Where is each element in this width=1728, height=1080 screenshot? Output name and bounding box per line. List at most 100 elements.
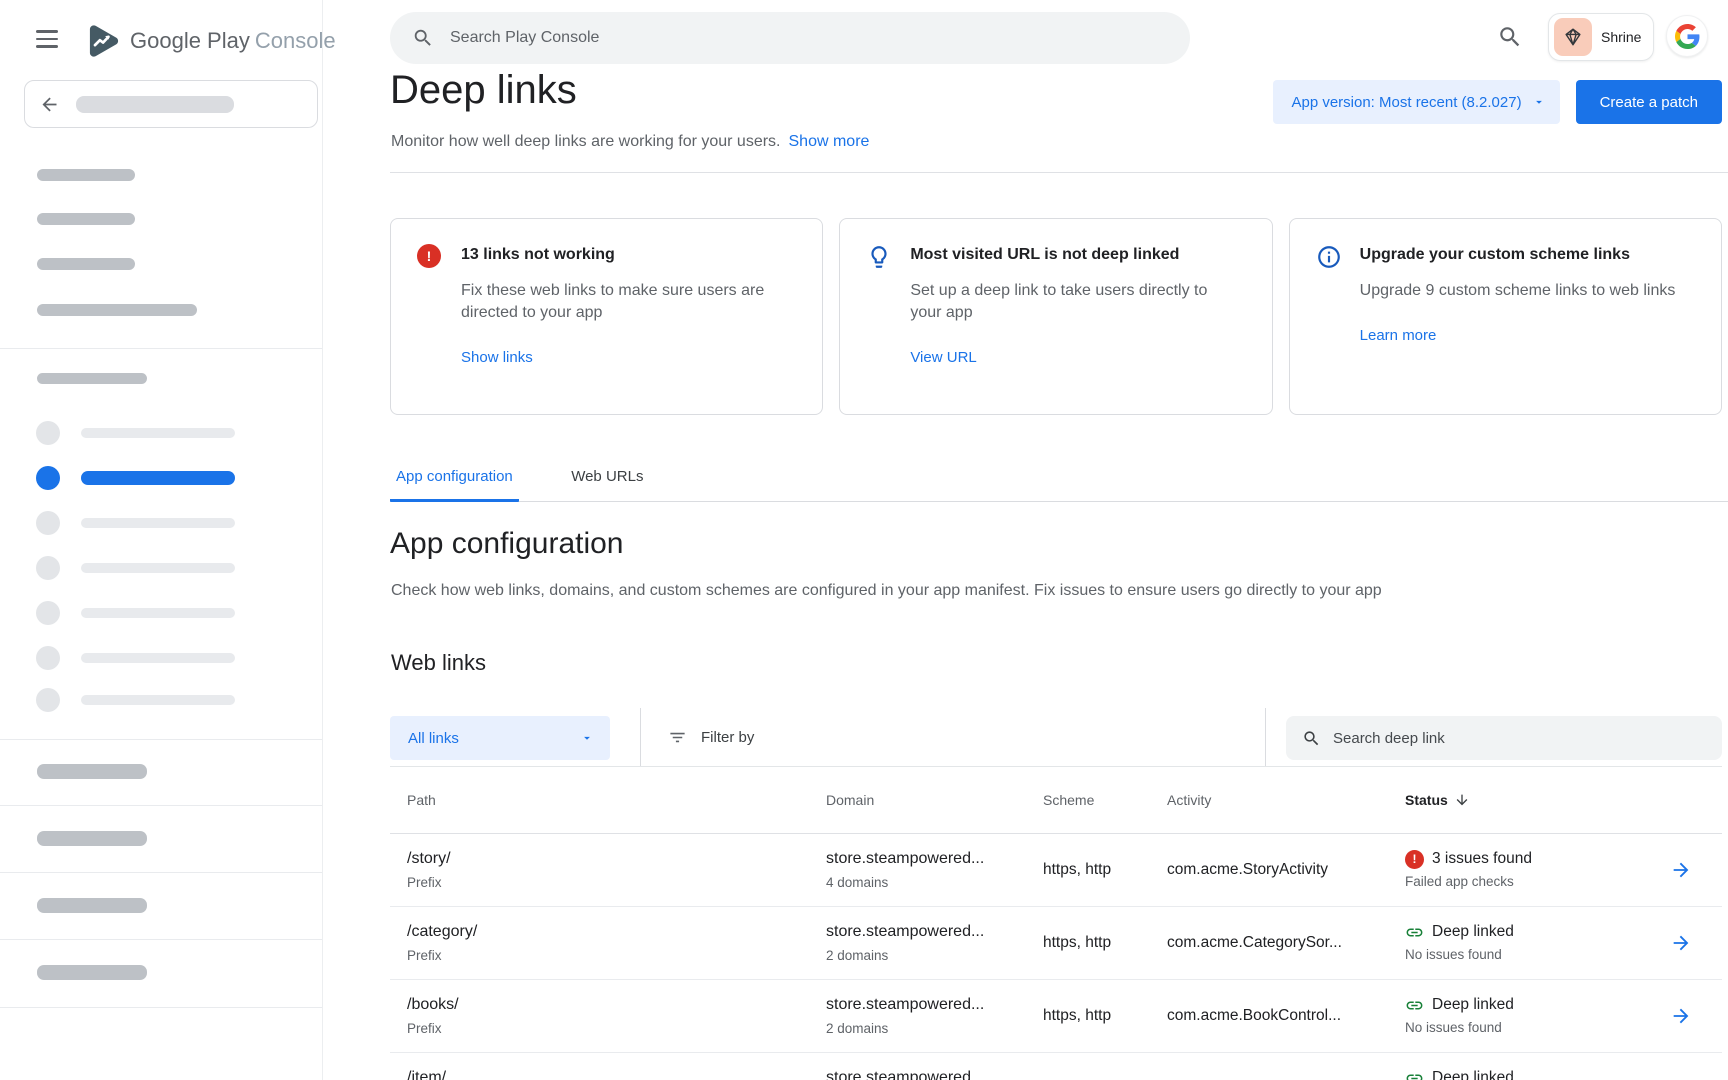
table-row[interactable]: /books/Prefixstore.steampowered...2 doma…	[390, 980, 1722, 1053]
page-title: Deep links	[390, 66, 577, 114]
sidebar-nav-item[interactable]	[36, 421, 266, 445]
cell-scheme: https, http	[1043, 934, 1167, 952]
web-links-heading: Web links	[391, 648, 486, 678]
sidebar-skeleton-bar	[37, 304, 197, 316]
cell-domain: store.steampowered...4 domains	[826, 848, 1043, 892]
divider	[640, 708, 641, 766]
skeleton-bar	[81, 653, 235, 663]
filter-by-button[interactable]: Filter by	[668, 708, 754, 766]
column-activity[interactable]: Activity	[1167, 792, 1405, 808]
cell-path: /books/Prefix	[390, 994, 826, 1038]
open-row-button[interactable]	[1640, 932, 1722, 954]
open-row-arrow-icon	[1670, 932, 1692, 954]
nav-item-icon	[36, 511, 60, 535]
nav-item-icon	[36, 688, 60, 712]
skeleton-bar	[81, 563, 235, 573]
sidebar-nav-item-active[interactable]	[36, 466, 266, 490]
cell-domain: store.steampowered...2 domains	[826, 994, 1043, 1038]
back-arrow-icon	[39, 94, 60, 115]
sidebar-section-skeleton	[37, 373, 147, 384]
table-row[interactable]: /category/Prefixstore.steampowered...2 d…	[390, 907, 1722, 980]
nav-item-icon	[36, 421, 60, 445]
open-row-button[interactable]	[1640, 1005, 1722, 1027]
card-body: Fix these web links to make sure users a…	[461, 280, 791, 324]
column-path[interactable]: Path	[390, 792, 826, 808]
view-url-link[interactable]: View URL	[910, 349, 976, 366]
sidebar-skeleton-bar	[37, 965, 147, 980]
tab-app-configuration[interactable]: App configuration	[390, 462, 519, 502]
card-title: Upgrade your custom scheme links	[1360, 243, 1676, 267]
cell-path: /category/Prefix	[390, 921, 826, 965]
cell-activity: com.acme.CategorySor...	[1167, 934, 1405, 952]
back-button[interactable]	[24, 80, 318, 128]
cell-path: /item/	[390, 1067, 826, 1080]
sidebar-skeleton-bar	[37, 169, 135, 181]
insight-cards: ! 13 links not working Fix these web lin…	[390, 218, 1722, 415]
error-icon: !	[1405, 850, 1424, 869]
table-row[interactable]: /item/store.steampowered...Deep linked	[390, 1053, 1722, 1080]
skeleton-bar	[81, 518, 235, 528]
sidebar-nav-item[interactable]	[36, 688, 266, 712]
card-body: Upgrade 9 custom scheme links to web lin…	[1360, 280, 1676, 302]
cell-status: Deep linked	[1405, 1069, 1640, 1080]
deep-link-search-input[interactable]	[1333, 730, 1693, 747]
play-logo-icon	[82, 22, 120, 60]
cell-scheme: https, http	[1043, 1007, 1167, 1025]
show-more-link[interactable]: Show more	[789, 133, 870, 150]
sidebar-skeleton-bar	[37, 831, 147, 846]
sidebar-divider	[0, 348, 322, 349]
open-row-button[interactable]	[1640, 859, 1722, 881]
cell-activity: com.acme.StoryActivity	[1167, 861, 1405, 879]
tab-bar: App configuration Web URLs	[390, 462, 1728, 502]
nav-item-icon	[36, 646, 60, 670]
tab-web-urls[interactable]: Web URLs	[565, 462, 649, 502]
card-upgrade-schemes: Upgrade your custom scheme links Upgrade…	[1289, 218, 1722, 415]
chevron-down-icon	[580, 731, 594, 745]
divider	[390, 172, 1728, 173]
sidebar-skeleton-bar	[37, 898, 147, 913]
cell-status: !3 issues foundFailed app checks	[1405, 850, 1640, 891]
cell-status: Deep linkedNo issues found	[1405, 923, 1640, 964]
error-icon: !	[417, 244, 443, 414]
cell-scheme: https, http	[1043, 861, 1167, 879]
page-subtitle: Monitor how well deep links are working …	[391, 133, 869, 151]
filter-icon	[668, 728, 687, 747]
table-header: Path Domain Scheme Activity Status	[390, 767, 1722, 834]
learn-more-link[interactable]: Learn more	[1360, 327, 1437, 344]
deep-link-search[interactable]	[1286, 716, 1722, 760]
lightbulb-icon	[866, 244, 892, 414]
brand-name: Google Play	[130, 28, 250, 53]
search-icon	[1302, 729, 1321, 748]
link-icon	[1405, 923, 1424, 942]
main-content: Deep links Monitor how well deep links a…	[390, 0, 1722, 1080]
sidebar-nav-item[interactable]	[36, 601, 266, 625]
web-links-table: Path Domain Scheme Activity Status /stor…	[390, 767, 1722, 1080]
card-links-not-working: ! 13 links not working Fix these web lin…	[390, 218, 823, 415]
play-console-screen: Google PlayConsole	[0, 0, 1728, 1080]
open-row-arrow-icon	[1670, 1005, 1692, 1027]
section-heading: App configuration	[390, 524, 624, 564]
app-version-dropdown[interactable]: App version: Most recent (8.2.027)	[1273, 80, 1559, 124]
card-most-visited-url: Most visited URL is not deep linked Set …	[839, 218, 1272, 415]
skeleton-bar	[81, 471, 235, 485]
column-scheme[interactable]: Scheme	[1043, 792, 1167, 808]
card-title: 13 links not working	[461, 243, 791, 267]
sidebar-nav-item[interactable]	[36, 556, 266, 580]
nav-item-icon	[36, 556, 60, 580]
column-domain[interactable]: Domain	[826, 792, 1043, 808]
column-status[interactable]: Status	[1405, 792, 1640, 808]
create-patch-button[interactable]: Create a patch	[1576, 80, 1722, 124]
table-body: /story/Prefixstore.steampowered...4 doma…	[390, 834, 1722, 1080]
table-row[interactable]: /story/Prefixstore.steampowered...4 doma…	[390, 834, 1722, 907]
card-body: Set up a deep link to take users directl…	[910, 280, 1240, 324]
menu-icon[interactable]	[36, 30, 62, 52]
sidebar-nav-item[interactable]	[36, 511, 266, 535]
links-filter-dropdown[interactable]: All links	[390, 716, 610, 760]
open-row-arrow-icon	[1670, 859, 1692, 881]
sidebar-nav-item[interactable]	[36, 646, 266, 670]
info-icon	[1316, 244, 1342, 414]
sidebar-skeleton-bar	[37, 258, 135, 270]
skeleton-bar	[81, 608, 235, 618]
show-links-link[interactable]: Show links	[461, 349, 533, 366]
play-console-logo: Google PlayConsole	[82, 22, 336, 60]
